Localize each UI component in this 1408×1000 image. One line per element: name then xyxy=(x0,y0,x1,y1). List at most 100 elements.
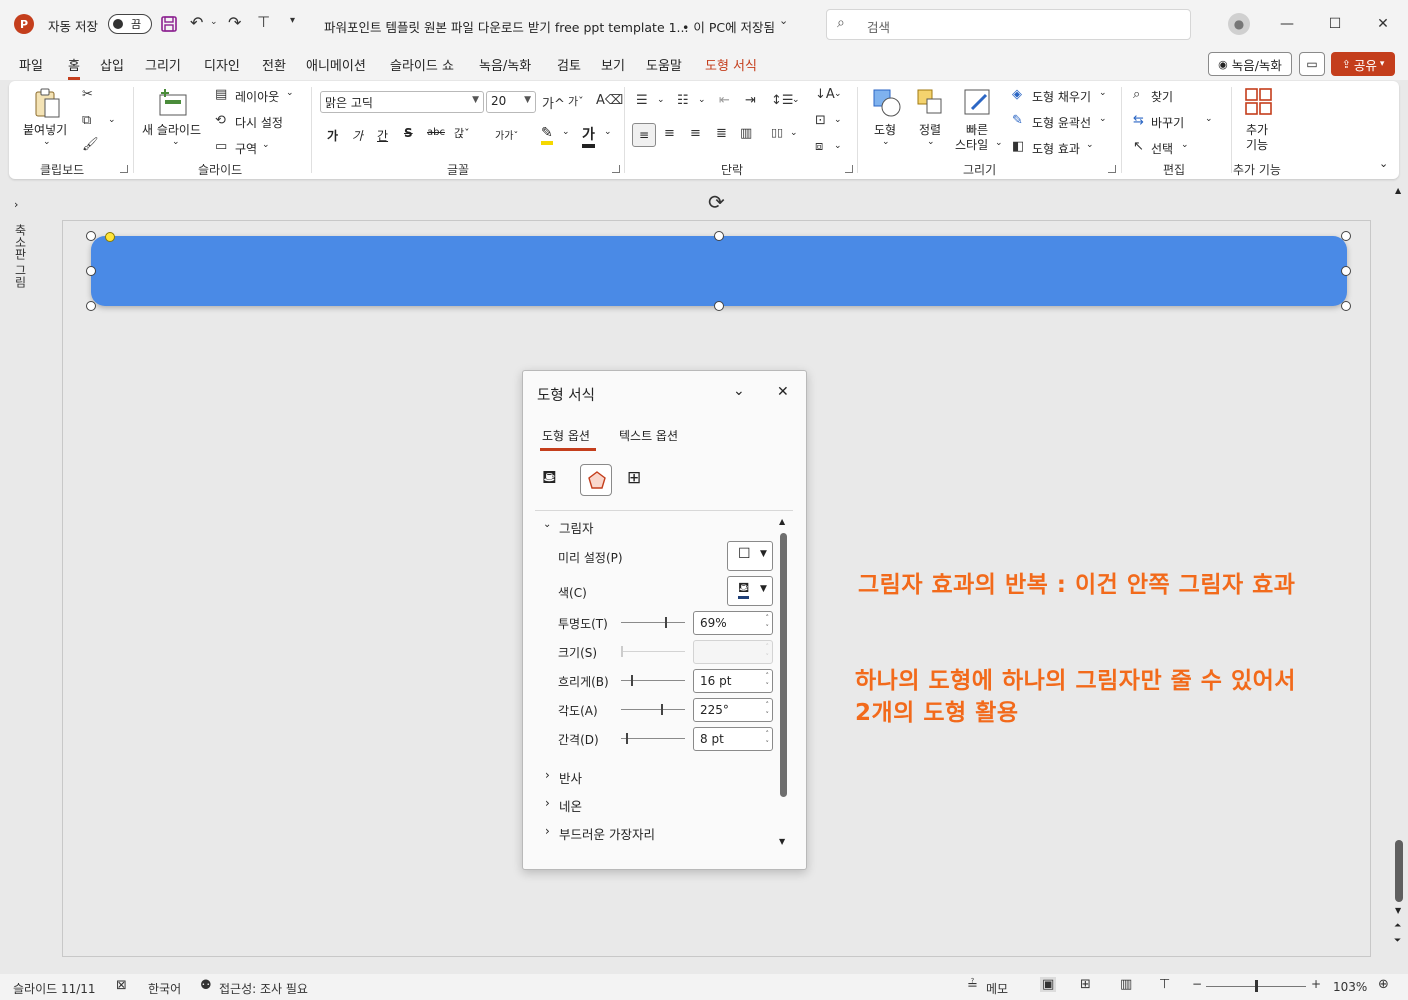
zoom-level[interactable]: 103% xyxy=(1333,980,1367,994)
rotate-handle-icon[interactable]: ⟳ xyxy=(708,190,725,214)
smartart-chevron-icon[interactable]: ⌄ xyxy=(834,141,842,151)
reflection-chevron-icon[interactable]: › xyxy=(545,768,550,782)
angle-input[interactable]: 225° ˄ ˅ xyxy=(693,698,773,722)
accessibility-status[interactable]: 접근성: 조사 필요 xyxy=(219,980,308,997)
quick-styles-chevron-icon[interactable]: ⌄ xyxy=(995,138,1003,148)
font-launcher-icon[interactable] xyxy=(612,165,620,173)
decrease-font-size-icon[interactable]: 가ˇ xyxy=(568,93,584,109)
angle-spinner-icon[interactable]: ˄ ˅ xyxy=(766,700,770,720)
glow-chevron-icon[interactable]: › xyxy=(545,796,550,810)
copy-chevron-icon[interactable]: ⌄ xyxy=(108,115,116,125)
shape-effects-label[interactable]: 도형 효과 xyxy=(1032,140,1080,157)
tab-review[interactable]: 검토 xyxy=(557,55,581,74)
align-text-icon[interactable]: ⊡ xyxy=(815,113,826,128)
format-painter-icon[interactable]: 🖌 xyxy=(82,137,99,152)
share-button[interactable]: ⇪ 공유 ▾ xyxy=(1331,52,1395,76)
annotation-line-1[interactable]: 그림자 효과의 반복 : 이건 안쪽 그림자 효과 xyxy=(858,565,1295,599)
fill-line-icon[interactable]: ⛾ xyxy=(542,467,557,491)
new-slide-label[interactable]: 새 슬라이드 xyxy=(142,121,201,138)
shadow-expanded-chevron-icon[interactable]: ⌄ xyxy=(543,519,551,530)
layout-label[interactable]: 레이아웃 xyxy=(235,88,279,105)
language-indicator[interactable]: 한국어 xyxy=(148,980,181,997)
adjust-corner-handle[interactable] xyxy=(105,232,115,242)
shape-fill-label[interactable]: 도형 채우기 xyxy=(1032,88,1091,105)
close-window-button[interactable]: ✕ xyxy=(1360,0,1406,48)
scroll-down-icon[interactable]: ▼ xyxy=(1395,906,1401,915)
blur-slider[interactable] xyxy=(621,675,685,686)
tab-shape-options[interactable]: 도형 옵션 xyxy=(542,427,590,444)
slide-sorter-icon[interactable]: ⊞ xyxy=(1080,977,1091,992)
text-shadow-icon[interactable]: S xyxy=(404,126,413,140)
save-status[interactable]: • 이 PC에 저장됨 xyxy=(682,17,775,36)
distance-slider[interactable] xyxy=(621,733,685,744)
replace-label[interactable]: 바꾸기 xyxy=(1151,114,1184,131)
tab-shape-format[interactable]: 도형 서식 xyxy=(705,55,757,74)
shadow-section-header[interactable]: 그림자 xyxy=(559,518,594,537)
font-name-combo[interactable]: 맑은 고딕 ▼ xyxy=(320,91,484,113)
section-label[interactable]: 구역 xyxy=(235,140,257,157)
annotation-line-3[interactable]: 2개의 도형 활용 xyxy=(855,693,1018,727)
tab-file[interactable]: 파일 xyxy=(19,55,43,74)
shape-fill-chevron-icon[interactable]: ⌄ xyxy=(1099,88,1107,98)
section-icon[interactable]: ▭ xyxy=(215,139,227,154)
quick-styles-icon[interactable] xyxy=(962,87,994,119)
blur-input[interactable]: 16 pt ˄ ˅ xyxy=(693,669,773,693)
arrange-chevron-icon[interactable]: ⌄ xyxy=(927,137,935,147)
tab-home[interactable]: 홈 xyxy=(68,55,80,80)
align-right-icon[interactable]: ≡ xyxy=(690,126,701,141)
spelling-check-icon[interactable]: ⊠ xyxy=(116,978,127,993)
addins-icon[interactable] xyxy=(1244,87,1274,117)
annotation-line-2[interactable]: 하나의 도형에 하나의 그림자만 줄 수 있어서 xyxy=(855,661,1296,695)
undo-dropdown-icon[interactable]: ⌄ xyxy=(210,17,218,27)
align-left-button[interactable]: ≡ xyxy=(632,123,656,147)
minimize-button[interactable]: — xyxy=(1264,0,1310,48)
resize-handle-bottom[interactable] xyxy=(714,301,724,311)
transparency-slider[interactable] xyxy=(621,617,685,628)
character-spacing-icon[interactable]: 갅ˇ xyxy=(454,125,470,141)
find-icon[interactable]: ⌕ xyxy=(1133,87,1140,102)
autosave-toggle[interactable]: 끔 xyxy=(108,14,152,34)
zoom-in-icon[interactable]: + xyxy=(1311,977,1321,991)
tab-view[interactable]: 보기 xyxy=(601,55,625,74)
soft-edges-chevron-icon[interactable]: › xyxy=(545,824,550,838)
underline-icon[interactable]: 간 xyxy=(377,127,388,144)
drawing-launcher-icon[interactable] xyxy=(1108,165,1116,173)
angle-slider[interactable] xyxy=(621,704,685,715)
text-direction-icon[interactable]: ↓A xyxy=(815,87,835,102)
reading-view-icon[interactable]: ▥ xyxy=(1120,977,1132,992)
reflection-section-header[interactable]: 반사 xyxy=(559,768,582,787)
increase-indent-icon[interactable]: ⇥ xyxy=(745,93,756,108)
strikethrough-icon[interactable]: abc xyxy=(427,127,445,138)
slide-scrollbar-thumb[interactable] xyxy=(1395,840,1403,902)
layout-icon[interactable]: ▤ xyxy=(215,87,227,102)
undo-icon[interactable]: ↶ xyxy=(190,13,203,32)
presentation-start-icon[interactable]: ⊤ xyxy=(257,13,270,31)
expand-thumbnails-icon[interactable]: › xyxy=(14,198,18,211)
copy-icon[interactable]: ⧉ xyxy=(82,113,91,128)
select-label[interactable]: 선택 xyxy=(1151,140,1173,157)
record-button[interactable]: ◉ 녹음/녹화 xyxy=(1208,52,1292,76)
resize-handle-bottom-right[interactable] xyxy=(1341,301,1351,311)
resize-handle-top[interactable] xyxy=(714,231,724,241)
effects-tab-button[interactable] xyxy=(580,464,612,496)
highlight-color-icon[interactable]: ✎ xyxy=(541,125,553,145)
glow-section-header[interactable]: 네온 xyxy=(559,796,582,815)
pane-scrollbar-thumb[interactable] xyxy=(780,533,787,797)
ribbon-collapse-chevron-icon[interactable]: ⌄ xyxy=(1379,157,1388,170)
paste-chevron-icon[interactable]: ⌄ xyxy=(43,137,51,147)
clipboard-launcher-icon[interactable] xyxy=(120,165,128,173)
paragraph-launcher-icon[interactable] xyxy=(845,165,853,173)
text-direction-chevron-icon[interactable]: ⌄ xyxy=(834,89,842,99)
addins-label-2[interactable]: 기능 xyxy=(1246,136,1268,153)
align-text-chevron-icon[interactable]: ⌄ xyxy=(834,115,842,125)
bullets-icon[interactable]: ☰ xyxy=(636,93,648,108)
numbering-chevron-icon[interactable]: ⌄ xyxy=(698,95,706,105)
find-label[interactable]: 찾기 xyxy=(1151,88,1173,105)
fit-to-window-icon[interactable]: ⊕ xyxy=(1378,977,1389,992)
pane-scroll-up-icon[interactable]: ▲ xyxy=(779,517,785,526)
zoom-out-icon[interactable]: − xyxy=(1192,977,1202,991)
distance-spinner-icon[interactable]: ˄ ˅ xyxy=(766,729,770,749)
notes-icon[interactable]: ≟ xyxy=(967,978,978,993)
distributed-icon[interactable]: ▥ xyxy=(740,126,752,141)
tab-insert[interactable]: 삽입 xyxy=(100,55,124,74)
